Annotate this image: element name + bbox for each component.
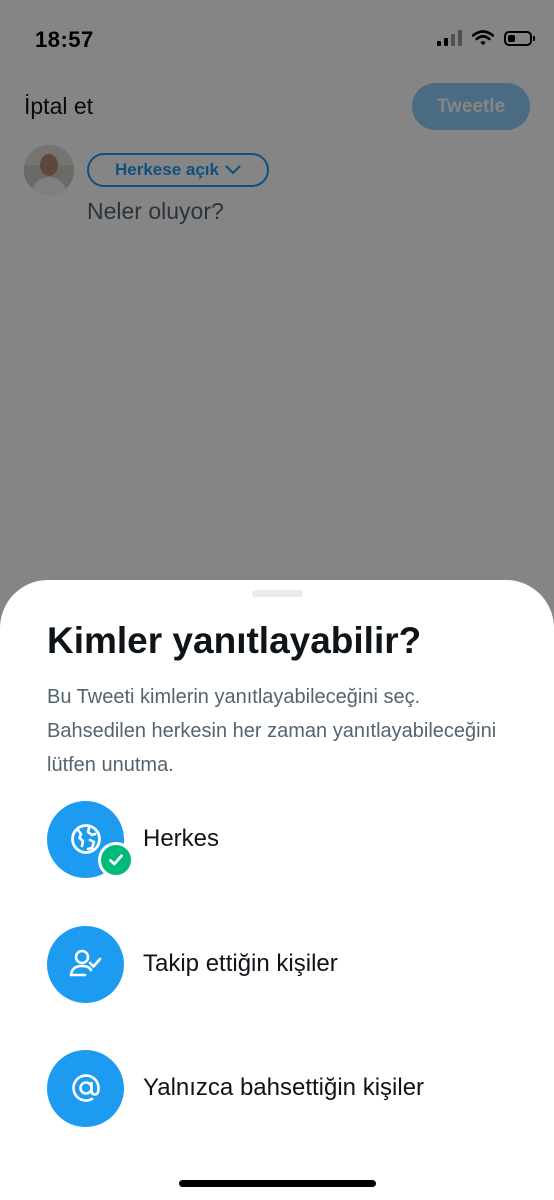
sheet-grabber[interactable]: [252, 590, 303, 597]
screen: 18:57 İptal et Tweetle Herkese açık Nele…: [0, 0, 554, 1200]
option-icon-circle: [47, 800, 134, 878]
globe-icon: [70, 824, 101, 854]
option-people-you-follow[interactable]: Takip ettiğin kişiler: [47, 925, 517, 1003]
option-label: Yalnızca bahsettiğin kişiler: [143, 1074, 425, 1101]
option-label: Herkes: [143, 825, 220, 852]
option-label: Takip ettiğin kişiler: [143, 950, 338, 977]
option-mentioned-only[interactable]: Yalnızca bahsettiğin kişiler: [47, 1049, 517, 1127]
sheet-title: Kimler yanıtlayabilir?: [47, 620, 422, 661]
sheet-description: Bu Tweeti kimlerin yanıtlayabileceğini s…: [47, 686, 497, 776]
home-indicator[interactable]: [179, 1180, 376, 1187]
person-check-icon: [69, 949, 101, 977]
option-icon-circle: [47, 1049, 124, 1127]
at-sign-icon: [71, 1074, 100, 1102]
reply-settings-sheet: Kimler yanıtlayabilir? Bu Tweeti kimleri…: [0, 580, 554, 1200]
checkmark-icon: [109, 853, 123, 865]
selected-check-badge: [98, 841, 134, 878]
option-everyone[interactable]: Herkes: [47, 800, 517, 878]
option-icon-circle: [47, 925, 124, 1003]
